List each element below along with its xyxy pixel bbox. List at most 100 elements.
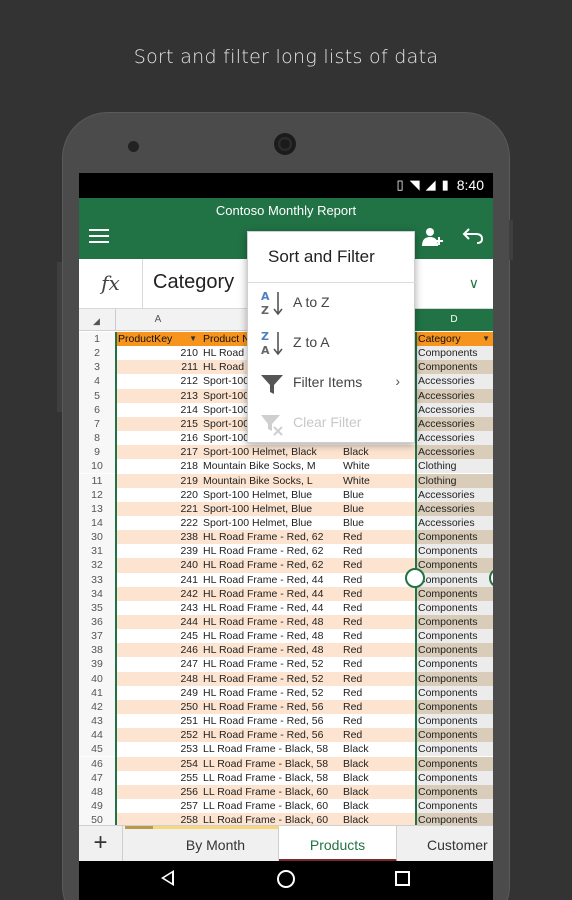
table-row[interactable]: 38 246 HL Road Frame - Red, 48 Red Component…	[79, 643, 493, 658]
tab-products[interactable]: Products	[279, 826, 397, 862]
cell-category[interactable]: Components	[416, 615, 493, 630]
cell-product-name[interactable]: HL Road Frame - Red, 56	[200, 699, 341, 715]
column-header-a[interactable]: A	[115, 309, 200, 331]
cell-productkey[interactable]: 241	[115, 573, 200, 587]
table-row[interactable]: 12 220 Sport-100 Helmet, Blue Blue Accessori…	[79, 487, 493, 502]
table-row[interactable]: 36 244 HL Road Frame - Red, 48 Red Component…	[79, 615, 493, 630]
cell-color[interactable]: Blue	[341, 501, 415, 516]
table-row[interactable]: 10 218 Mountain Bike Socks, M White Clothing	[79, 459, 493, 474]
cell-productkey[interactable]: 254	[115, 756, 200, 771]
cell-product-name[interactable]: HL Road Frame - Red, 56	[200, 728, 341, 743]
cell-color[interactable]: Black	[341, 784, 415, 799]
cell-productkey[interactable]: 212	[115, 374, 200, 388]
cell-productkey[interactable]: 219	[115, 473, 200, 488]
table-row[interactable]: 34 242 HL Road Frame - Red, 44 Red Component…	[79, 586, 493, 601]
sort-z-to-a-item[interactable]: ZA Z to A	[248, 323, 416, 363]
cell-productkey[interactable]: 256	[115, 784, 200, 799]
cell-product-name[interactable]: Mountain Bike Socks, L	[200, 473, 341, 488]
cell-category[interactable]: Components	[416, 798, 493, 814]
cell-category[interactable]: Components	[416, 742, 493, 757]
cell-product-name[interactable]: HL Road Frame - Red, 52	[200, 671, 341, 686]
cell-product-name[interactable]: HL Road Frame - Red, 48	[200, 643, 341, 658]
cell-color[interactable]: Black	[341, 742, 415, 756]
cell-productkey[interactable]: 248	[115, 671, 200, 686]
cell-productkey[interactable]: 240	[115, 558, 200, 573]
filter-dropdown-icon[interactable]: ▼	[482, 332, 490, 346]
header-cell-productkey[interactable]: ProductKey ▼	[115, 332, 200, 347]
table-row[interactable]: 33 241 HL Road Frame - Red, 44 Red Component…	[79, 572, 493, 587]
cell-category[interactable]: Components	[416, 728, 493, 743]
table-row[interactable]: 13 221 Sport-100 Helmet, Blue Blue Accessori…	[79, 501, 493, 516]
cell-category[interactable]: Accessories	[416, 374, 493, 389]
cell-category[interactable]: Components	[416, 346, 493, 361]
cell-category[interactable]: Accessories	[416, 515, 493, 531]
table-row[interactable]: 35 243 HL Road Frame - Red, 44 Red Component…	[79, 600, 493, 615]
cell-category[interactable]: Components	[416, 714, 493, 729]
cell-product-name[interactable]: Sport-100 Helmet, Black	[200, 445, 341, 460]
cell-productkey[interactable]: 214	[115, 403, 200, 417]
cell-category[interactable]: Components	[416, 360, 493, 375]
cell-product-name[interactable]: Sport-100 Helmet, Blue	[200, 501, 341, 516]
table-row[interactable]: 45 253 LL Road Frame - Black, 58 Black Compo…	[79, 742, 493, 757]
table-row[interactable]: 42 250 HL Road Frame - Red, 56 Red Component…	[79, 699, 493, 715]
cell-category[interactable]: Components	[416, 586, 493, 601]
table-row[interactable]: 37 245 HL Road Frame - Red, 48 Red Component…	[79, 629, 493, 644]
cell-productkey[interactable]: 242	[115, 586, 200, 601]
cell-color[interactable]: Red	[341, 558, 415, 573]
cell-product-name[interactable]: Sport-100 Helmet, Blue	[200, 488, 341, 502]
table-row[interactable]: 11 219 Mountain Bike Socks, L White Clothing	[79, 473, 493, 488]
cell-product-name[interactable]: LL Road Frame - Black, 60	[200, 784, 341, 799]
cell-category[interactable]: Accessories	[416, 487, 493, 502]
cell-color[interactable]: Black	[341, 756, 415, 771]
cell-productkey[interactable]: 210	[115, 346, 200, 360]
cell-product-name[interactable]: HL Road Frame - Red, 44	[200, 573, 341, 587]
cell-productkey[interactable]: 216	[115, 431, 200, 445]
clear-filter-item[interactable]: Clear Filter	[248, 403, 416, 443]
cell-color[interactable]: Black	[341, 799, 415, 813]
table-row[interactable]: 30 238 HL Road Frame - Red, 62 Red Component…	[79, 530, 493, 545]
cell-color[interactable]: Red	[341, 629, 415, 643]
chevron-down-icon[interactable]: ∨	[469, 275, 479, 292]
cell-product-name[interactable]: HL Road Frame - Red, 48	[200, 615, 341, 630]
cell-product-name[interactable]: HL Road Frame - Red, 44	[200, 586, 341, 601]
cell-color[interactable]: Red	[341, 573, 415, 587]
cell-category[interactable]: Components	[416, 629, 493, 644]
cell-color[interactable]: Red	[341, 544, 415, 558]
cell-product-name[interactable]: Sport-100 Helmet, Blue	[200, 516, 341, 530]
filter-dropdown-icon[interactable]: ▼	[189, 332, 197, 346]
cell-color[interactable]: Red	[341, 686, 415, 700]
cell-category[interactable]: Components	[416, 572, 493, 587]
cell-category[interactable]: Components	[416, 770, 493, 785]
table-row[interactable]: 14 222 Sport-100 Helmet, Blue Blue Accessori…	[79, 515, 493, 531]
cell-product-name[interactable]: HL Road Frame - Red, 62	[200, 530, 341, 545]
table-row[interactable]: 47 255 LL Road Frame - Black, 58 Black Compo…	[79, 770, 493, 785]
cell-product-name[interactable]: HL Road Frame - Red, 52	[200, 686, 341, 700]
cell-product-name[interactable]: HL Road Frame - Red, 56	[200, 714, 341, 728]
cell-color[interactable]: Red	[341, 657, 415, 671]
cell-productkey[interactable]: 211	[115, 360, 200, 375]
cell-category[interactable]: Accessories	[416, 402, 493, 417]
cell-category[interactable]: Components	[416, 657, 493, 672]
cell-productkey[interactable]: 247	[115, 657, 200, 671]
cell-color[interactable]: Red	[341, 714, 415, 728]
table-row[interactable]: 43 251 HL Road Frame - Red, 56 Red Component…	[79, 714, 493, 729]
cell-productkey[interactable]: 220	[115, 488, 200, 502]
cell-color[interactable]: White	[341, 473, 415, 488]
tab-customer[interactable]: Customer	[397, 826, 493, 862]
cell-color[interactable]: Red	[341, 530, 415, 545]
cell-product-name[interactable]: HL Road Frame - Red, 62	[200, 558, 341, 573]
cell-productkey[interactable]: 238	[115, 530, 200, 545]
filter-items-item[interactable]: Filter Items ›	[248, 363, 416, 403]
cell-productkey[interactable]: 246	[115, 643, 200, 658]
cell-category[interactable]: Accessories	[416, 445, 493, 460]
cell-product-name[interactable]: LL Road Frame - Black, 58	[200, 771, 341, 785]
cell-category[interactable]: Components	[416, 699, 493, 715]
cell-product-name[interactable]: HL Road Frame - Red, 62	[200, 544, 341, 558]
cell-product-name[interactable]: LL Road Frame - Black, 60	[200, 799, 341, 813]
cell-productkey[interactable]: 251	[115, 714, 200, 728]
table-row[interactable]: 9 217 Sport-100 Helmet, Black Black Accessor…	[79, 445, 493, 460]
sort-a-to-z-item[interactable]: AZ A to Z	[248, 283, 416, 323]
cell-color[interactable]: Black	[341, 771, 415, 785]
cell-product-name[interactable]: LL Road Frame - Black, 58	[200, 756, 341, 771]
cell-category[interactable]: Components	[416, 544, 493, 559]
